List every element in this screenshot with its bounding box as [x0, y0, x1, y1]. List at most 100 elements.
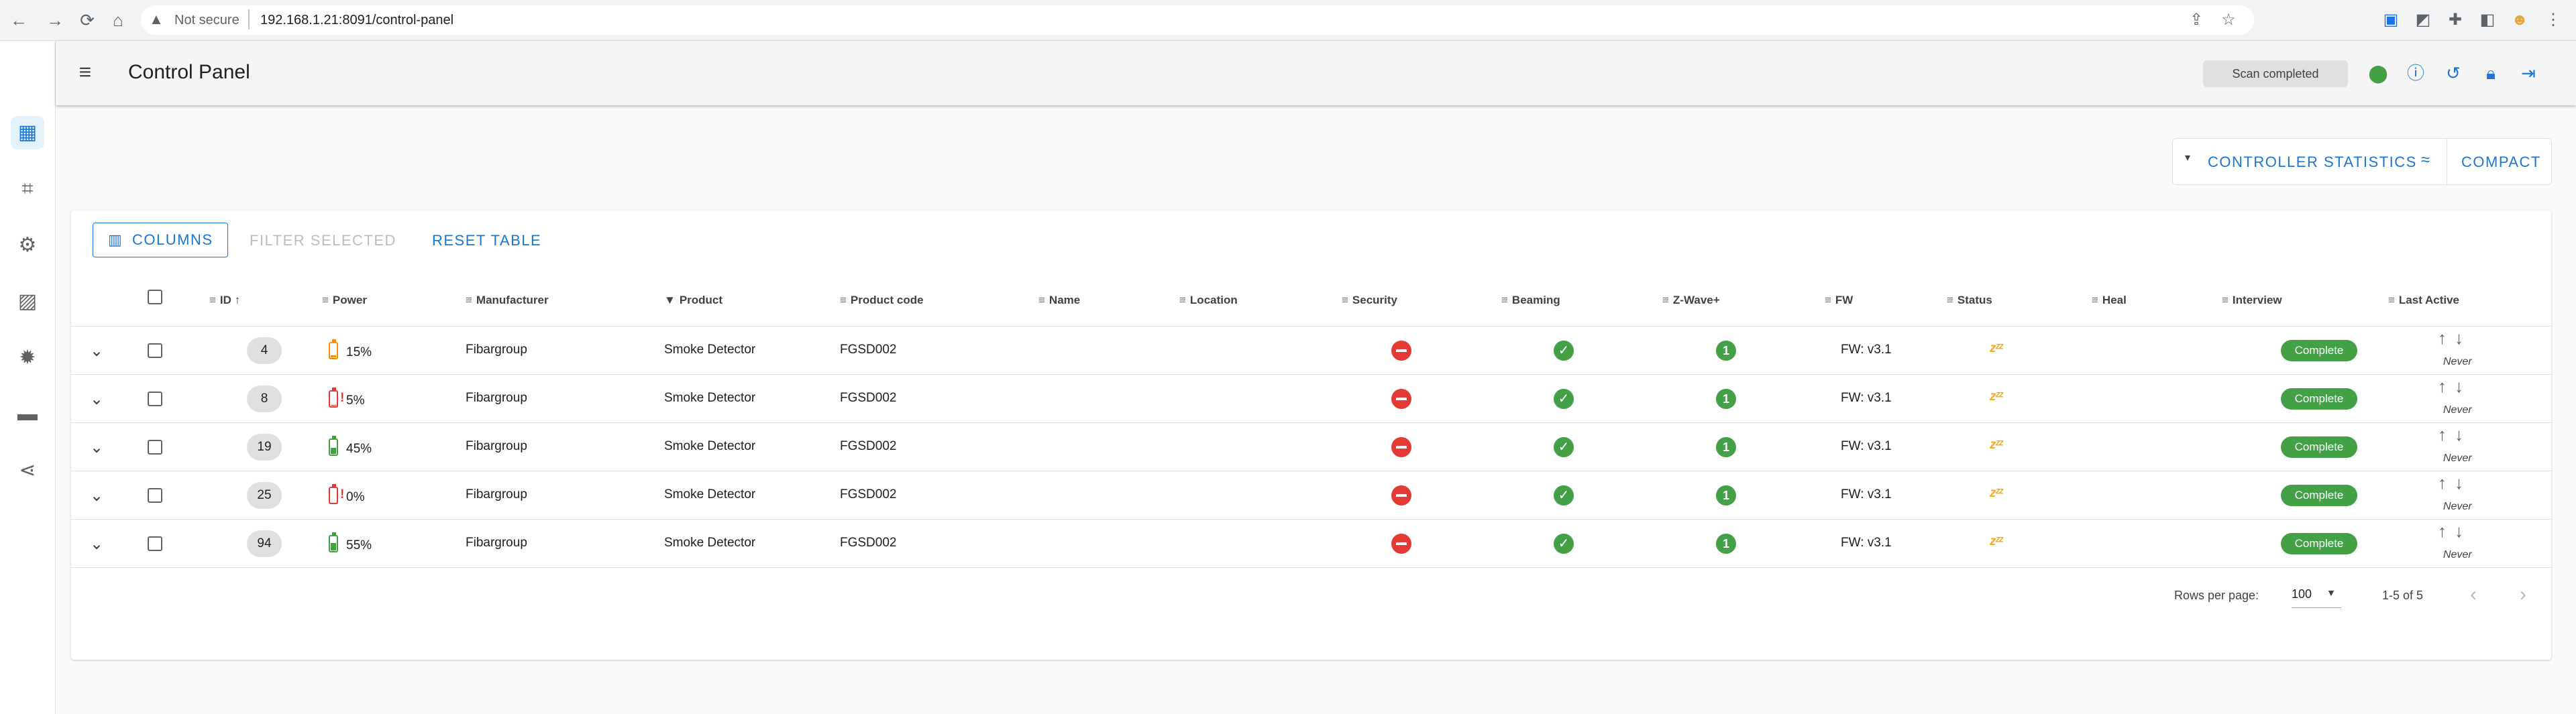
manufacturer-cell: Fibargroup	[466, 487, 527, 501]
zwave-status-icon[interactable]: ⬤	[2366, 61, 2390, 85]
column-header-manufacturer[interactable]: ≡ Manufacturer	[466, 294, 549, 307]
expand-row-icon[interactable]: ⌄	[90, 390, 103, 409]
filter-icon[interactable]: ≡	[1179, 294, 1186, 306]
lock-icon[interactable]: 🔒︎	[2479, 61, 2503, 85]
column-header-beaming[interactable]: ≡ Beaming	[1501, 294, 1560, 307]
filter-icon[interactable]: ≡	[1662, 294, 1669, 306]
select-all-checkbox[interactable]	[148, 290, 162, 304]
expand-row-icon[interactable]: ⌄	[90, 534, 103, 554]
expand-row-icon[interactable]: ⌄	[90, 486, 103, 505]
interview-status-badge: Complete	[2281, 485, 2357, 506]
filter-icon[interactable]: ≡	[466, 294, 472, 306]
menu-icon[interactable]: ≡	[73, 61, 97, 85]
reload-icon[interactable]: ⟳	[75, 8, 99, 32]
filter-selected-button[interactable]: FILTER SELECTED	[250, 232, 396, 249]
pagination-range: 1-5 of 5	[2382, 589, 2424, 602]
history-icon[interactable]: ↺	[2441, 61, 2465, 85]
forward-icon[interactable]: →	[43, 8, 67, 32]
column-header-fw[interactable]: ≡ FW	[1825, 294, 1853, 307]
column-header-product-code[interactable]: ≡ Product code	[840, 294, 924, 307]
avatar-icon[interactable]: ☻	[2509, 9, 2530, 31]
last-active-arrows-icon: ↑↓	[2438, 521, 2471, 541]
info-icon[interactable]: ⓘ	[2404, 61, 2428, 85]
power-value: 55%	[346, 538, 372, 552]
filter-icon[interactable]: ≡	[209, 294, 216, 306]
row-checkbox[interactable]	[148, 392, 162, 406]
filter-icon[interactable]: ≡	[1825, 294, 1831, 306]
share-icon[interactable]: ⇪	[2186, 9, 2207, 31]
last-active-value: Never	[2443, 501, 2472, 512]
ext-blue-icon[interactable]: ▣	[2380, 9, 2402, 31]
firmware-cell: FW: v3.1	[1841, 391, 1892, 405]
filter-icon[interactable]: ≡	[2388, 294, 2395, 306]
zwave-plus-badge: 1	[1716, 534, 1736, 554]
puzzle-icon[interactable]: ✚	[2445, 9, 2466, 31]
chevron-down-icon[interactable]: ▾	[2185, 151, 2190, 164]
row-checkbox[interactable]	[148, 488, 162, 503]
column-header-security[interactable]: ≡ Security	[1342, 294, 1397, 307]
not-secure-label[interactable]: Not secure	[174, 13, 239, 28]
product-code-cell: FGSD002	[840, 439, 897, 453]
dashboard-icon[interactable]: ▦	[11, 116, 44, 150]
interview-status-badge: Complete	[2281, 436, 2357, 458]
address-bar[interactable]: ▲ Not secure 192.168.1.21:8091/control-p…	[141, 5, 2254, 35]
sort-ascending-icon[interactable]: ↑	[235, 294, 241, 306]
column-header-name[interactable]: ≡ Name	[1038, 294, 1080, 307]
separator	[248, 9, 250, 29]
next-page-icon[interactable]: ›	[2520, 583, 2526, 606]
column-header-zwave-plus[interactable]: ≡ Z-Wave+	[1662, 294, 1720, 307]
store-icon[interactable]: ▬	[11, 398, 44, 431]
home-icon[interactable]: ⌂	[106, 8, 130, 32]
power-value: 15%	[346, 345, 372, 359]
battery-icon	[329, 532, 338, 552]
row-checkbox[interactable]	[148, 440, 162, 455]
reset-table-button[interactable]: RESET TABLE	[432, 232, 541, 249]
column-header-product[interactable]: ▼ Product	[664, 294, 722, 307]
column-header-interview[interactable]: ≡ Interview	[2222, 294, 2282, 307]
row-checkbox[interactable]	[148, 536, 162, 551]
expand-row-icon[interactable]: ⌄	[90, 341, 103, 361]
filter-icon[interactable]: ≡	[1038, 294, 1045, 306]
zwave-plus-badge: 1	[1716, 485, 1736, 505]
logout-icon[interactable]: ⇥	[2516, 61, 2540, 85]
controller-statistics-group: ▾ CONTROLLER STATISTICS ≈ COMPACT	[2172, 138, 2552, 185]
column-header-status[interactable]: ≡ Status	[1947, 294, 1992, 307]
product-cell: Smoke Detector	[664, 343, 756, 357]
ext-video-icon[interactable]: ◩	[2412, 9, 2434, 31]
share-icon[interactable]: ⋖	[11, 454, 44, 487]
interview-status-badge: Complete	[2281, 533, 2357, 554]
last-active-value: Never	[2443, 356, 2472, 367]
filter-icon[interactable]: ≡	[2092, 294, 2098, 306]
column-header-last-active[interactable]: ≡ Last Active	[2388, 294, 2459, 307]
column-header-location[interactable]: ≡ Location	[1179, 294, 1238, 307]
columns-button[interactable]: ▥ COLUMNS	[93, 223, 228, 257]
back-icon[interactable]: ←	[7, 8, 31, 32]
column-header-power[interactable]: ≡ Power	[322, 294, 367, 307]
filter-icon[interactable]: ≡	[322, 294, 329, 306]
chevron-down-icon[interactable]: ▼	[2326, 587, 2336, 598]
scenes-icon[interactable]: ▨	[11, 285, 44, 318]
battery-cap	[332, 436, 336, 438]
filter-icon[interactable]: ≡	[1342, 294, 1348, 306]
compact-button[interactable]: COMPACT	[2461, 154, 2541, 171]
warning-icon[interactable]: ▲	[149, 11, 164, 28]
filter-icon[interactable]: ≡	[2222, 294, 2229, 306]
filter-icon[interactable]: ≡	[840, 294, 847, 306]
debug-icon[interactable]: ✹	[11, 341, 44, 375]
settings-icon[interactable]: ⚙	[11, 229, 44, 262]
product-cell: Smoke Detector	[664, 487, 756, 501]
filter-icon[interactable]: ≡	[1947, 294, 1953, 306]
expand-row-icon[interactable]: ⌄	[90, 438, 103, 457]
column-header-id[interactable]: ≡ ID ↑	[209, 294, 240, 307]
row-checkbox[interactable]	[148, 343, 162, 358]
filter-icon[interactable]: ≡	[1501, 294, 1508, 306]
kebab-icon[interactable]: ⋮	[2542, 9, 2564, 31]
filter-active-icon[interactable]: ▼	[664, 294, 676, 306]
sidebar-icon[interactable]: ◧	[2477, 9, 2498, 31]
previous-page-icon[interactable]: ‹	[2470, 583, 2477, 606]
column-header-heal[interactable]: ≡ Heal	[2092, 294, 2127, 307]
star-icon[interactable]: ☆	[2218, 9, 2239, 31]
network-graph-icon[interactable]: ⌗	[11, 172, 44, 206]
controller-statistics-button[interactable]: CONTROLLER STATISTICS	[2208, 154, 2417, 171]
url-text[interactable]: 192.168.1.21:8091/control-panel	[260, 13, 453, 28]
